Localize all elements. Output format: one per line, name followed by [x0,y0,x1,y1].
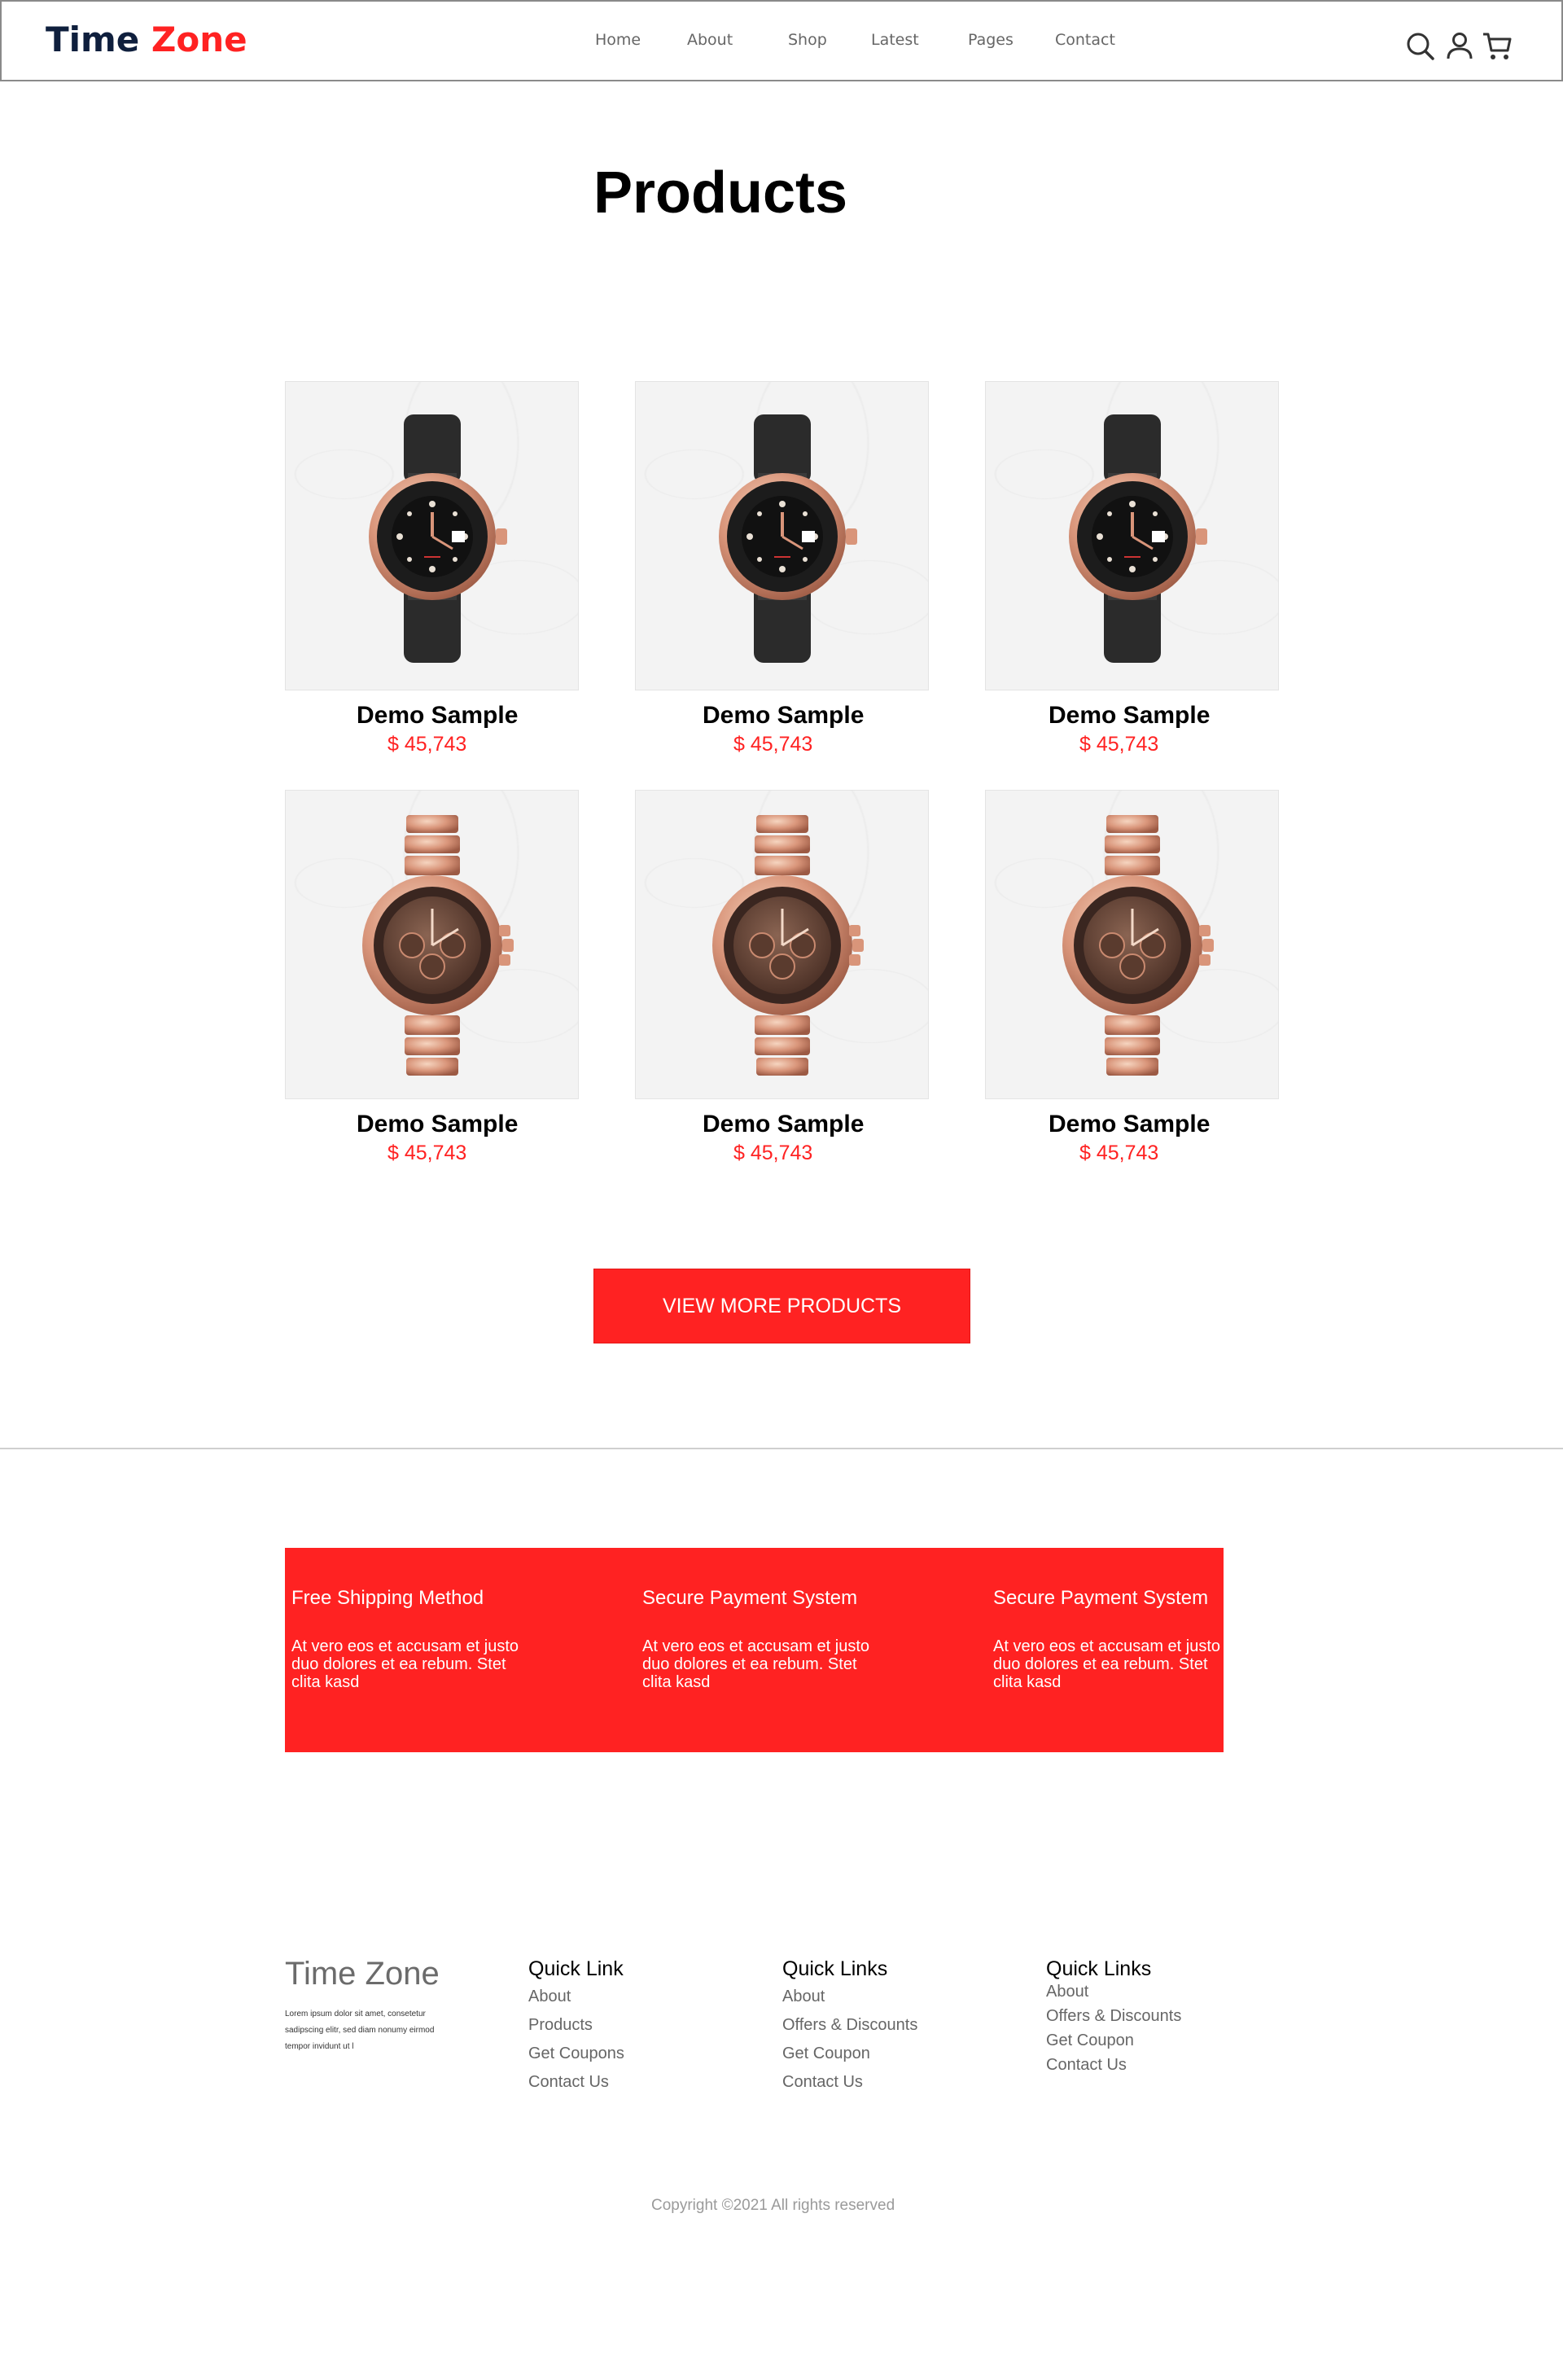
product-image[interactable] [285,381,579,690]
product-price: $ 45,743 [387,733,467,756]
footer-link-about[interactable]: About [1046,1983,1181,2001]
product-name[interactable]: Demo Sample [703,702,864,730]
footer-column-title: Quick Links [1046,1957,1152,1980]
product-card[interactable]: Demo Sample $ 45,743 [985,381,1279,756]
footer-link-about[interactable]: About [528,1988,624,2006]
feature-secure-payment: Secure Payment System At vero eos et acc… [642,1587,887,1691]
product-card[interactable]: Demo Sample $ 45,743 [285,790,579,1164]
footer-description: Lorem ipsum dolor sit amet, consetetur s… [285,2010,435,2051]
footer-link-contact-us[interactable]: Contact Us [782,2073,917,2092]
black-strap-watch-image [986,382,1279,690]
product-card[interactable]: Demo Sample $ 45,743 [985,790,1279,1164]
nav-home[interactable]: Home [595,31,641,49]
black-strap-watch-image [636,382,929,690]
nav-shop[interactable]: Shop [788,31,827,49]
features-banner: Free Shipping Method At vero eos et accu… [285,1548,1224,1752]
product-card[interactable]: Demo Sample $ 45,743 [635,790,929,1164]
search-icon[interactable] [1405,31,1436,62]
feature-text: At vero eos et accusam et justo duo dolo… [642,1637,870,1691]
nav-about[interactable]: About [687,31,733,49]
footer-link-about[interactable]: About [782,1988,917,2006]
section-divider [0,1448,1563,1449]
product-image[interactable] [635,381,929,690]
footer-link-contact-us[interactable]: Contact Us [1046,2056,1181,2075]
black-strap-watch-image [286,382,579,690]
footer-column-title: Quick Link [528,1957,624,1980]
footer-column-quick-links-2: Quick Links About Offers & Discounts Get… [1046,1957,1181,2075]
rose-gold-chronograph-watch-image [636,791,929,1099]
footer-link-offers[interactable]: Offers & Discounts [1046,2007,1181,2026]
feature-title: Secure Payment System [642,1587,858,1609]
nav-pages[interactable]: Pages [968,31,1014,49]
cart-icon[interactable] [1482,31,1513,62]
footer-column-quick-links: Quick Links About Offers & Discounts Get… [782,1957,917,2092]
site-logo[interactable]: Time Zone [46,20,247,59]
feature-title: Secure Payment System [993,1587,1209,1609]
footer-link-offers[interactable]: Offers & Discounts [782,2016,917,2035]
site-header: Time Zone Home About Shop Latest Pages C… [0,0,1563,81]
product-image[interactable] [985,790,1279,1099]
footer-link-get-coupons[interactable]: Get Coupons [528,2045,624,2063]
footer-brand[interactable]: Time Zone [285,1956,440,1992]
footer-column-title: Quick Links [782,1957,888,1980]
feature-text: At vero eos et accusam et justo duo dolo… [993,1637,1221,1691]
nav-contact[interactable]: Contact [1055,31,1115,49]
footer-link-get-coupon[interactable]: Get Coupon [1046,2032,1181,2050]
product-card[interactable]: Demo Sample $ 45,743 [285,381,579,756]
page-title: Products [593,160,848,226]
logo-part-zone: Zone [151,20,247,59]
feature-secure-payment-2: Secure Payment System At vero eos et acc… [993,1587,1237,1691]
footer-link-products[interactable]: Products [528,2016,624,2035]
rose-gold-chronograph-watch-image [286,791,579,1099]
product-image[interactable] [635,790,929,1099]
product-name[interactable]: Demo Sample [357,1111,518,1138]
feature-free-shipping: Free Shipping Method At vero eos et accu… [291,1587,536,1691]
product-name[interactable]: Demo Sample [357,702,518,730]
footer-link-get-coupon[interactable]: Get Coupon [782,2045,917,2063]
product-price: $ 45,743 [733,733,813,756]
feature-title: Free Shipping Method [291,1587,484,1609]
product-name[interactable]: Demo Sample [703,1111,864,1138]
product-price: $ 45,743 [1079,1142,1159,1164]
rose-gold-chronograph-watch-image [986,791,1279,1099]
product-name[interactable]: Demo Sample [1049,1111,1210,1138]
product-name[interactable]: Demo Sample [1049,702,1210,730]
feature-text: At vero eos et accusam et justo duo dolo… [291,1637,519,1691]
logo-part-time: Time [46,20,140,59]
product-price: $ 45,743 [1079,733,1159,756]
product-image[interactable] [985,381,1279,690]
user-icon[interactable] [1444,31,1475,62]
product-price: $ 45,743 [387,1142,467,1164]
footer-column-quick-link: Quick Link About Products Get Coupons Co… [528,1957,624,2092]
product-price: $ 45,743 [733,1142,813,1164]
nav-latest[interactable]: Latest [871,31,919,49]
footer-link-contact-us[interactable]: Contact Us [528,2073,624,2092]
product-card[interactable]: Demo Sample $ 45,743 [635,381,929,756]
product-image[interactable] [285,790,579,1099]
copyright-text: Copyright ©2021 All rights reserved [651,2197,895,2214]
view-more-products-button[interactable]: VIEW MORE PRODUCTS [593,1269,970,1343]
